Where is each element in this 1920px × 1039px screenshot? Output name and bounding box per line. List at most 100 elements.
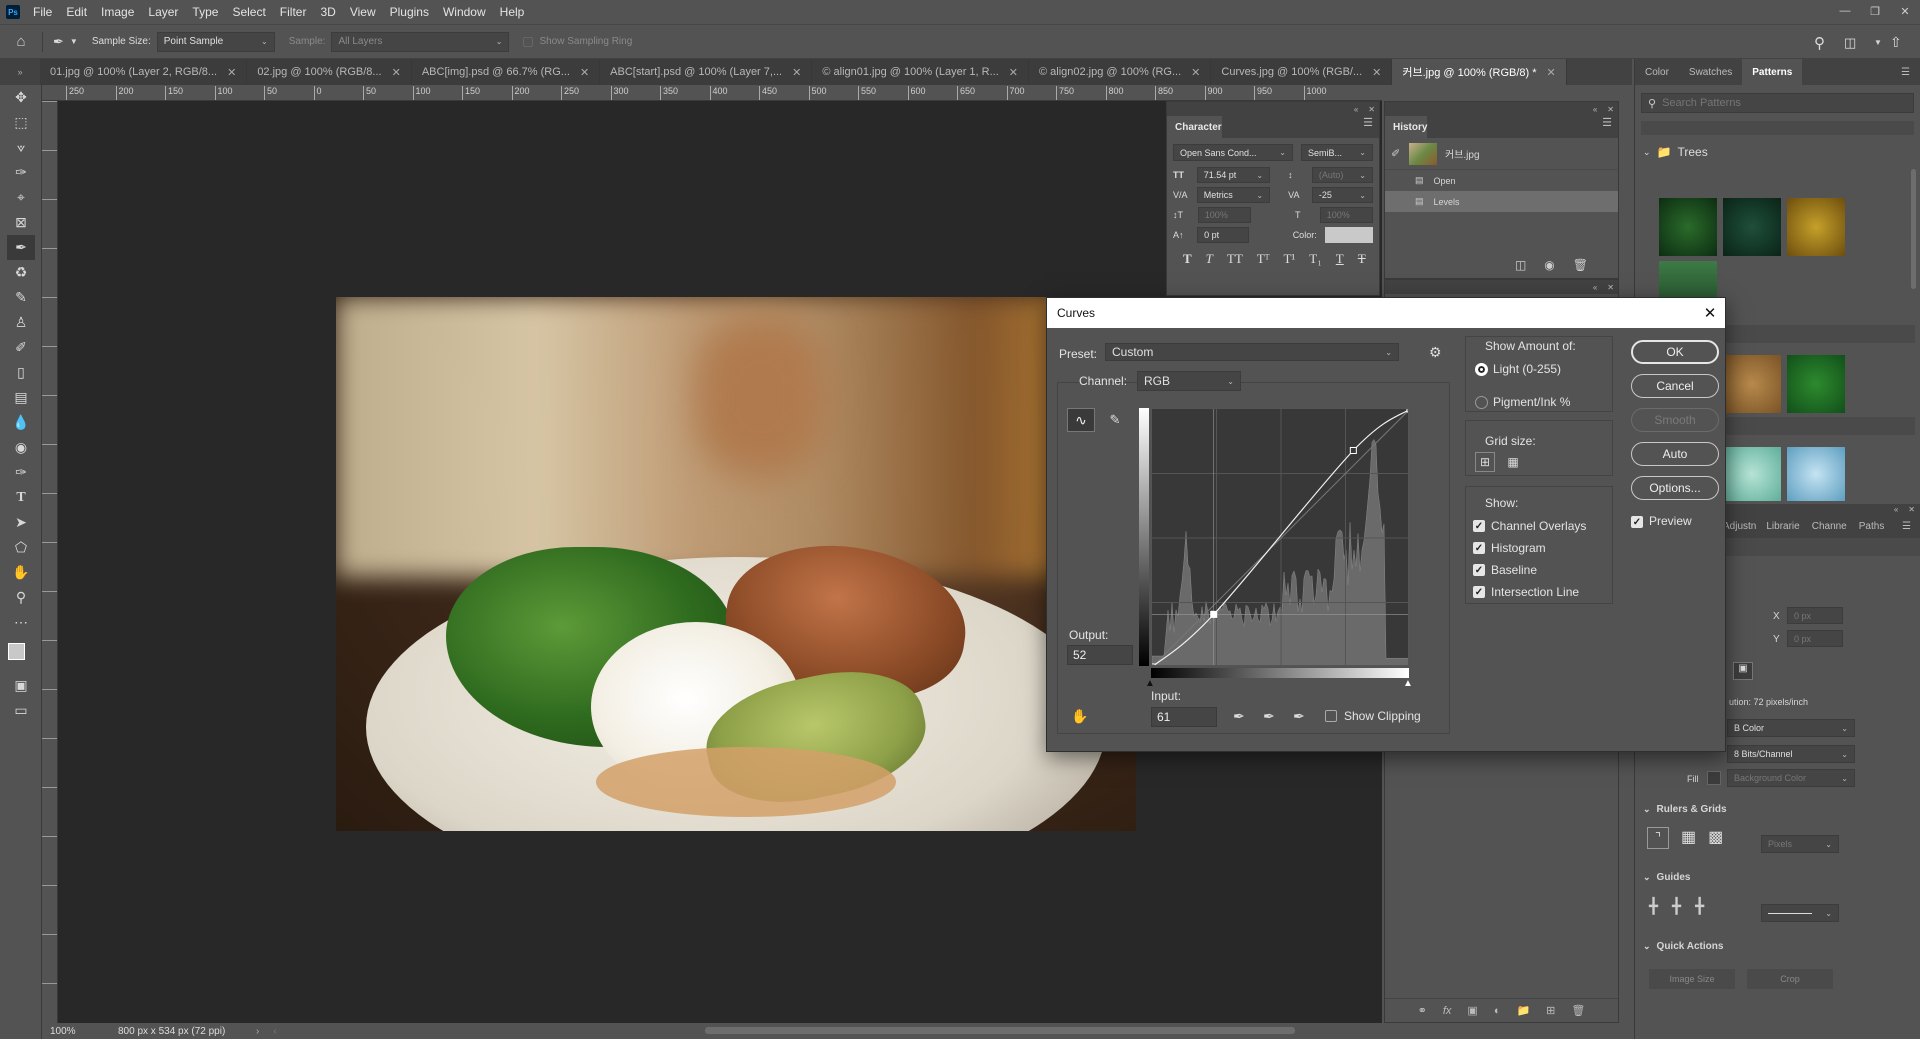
collapse-icon[interactable]: « bbox=[1593, 105, 1597, 114]
channel-select[interactable]: RGB ⌄ bbox=[1137, 371, 1241, 391]
close-tab-icon[interactable]: ✕ bbox=[792, 66, 801, 79]
show-option-row[interactable]: ✓ Intersection Line bbox=[1473, 581, 1586, 603]
black-point-slider-icon[interactable]: ▲ bbox=[1145, 678, 1155, 689]
pattern-thumb[interactable] bbox=[1787, 447, 1845, 501]
ruler-units-select[interactable]: Pixels ⌄ bbox=[1761, 835, 1839, 853]
crop-button[interactable]: Crop bbox=[1747, 969, 1833, 989]
preview-checkbox[interactable]: ✓ bbox=[1631, 516, 1643, 528]
chevron-down-icon[interactable]: ⌄ bbox=[1643, 872, 1651, 883]
input-field[interactable]: 61 bbox=[1151, 707, 1217, 727]
quick-actions-header[interactable]: Quick Actions bbox=[1657, 941, 1724, 952]
options-button[interactable]: Options... bbox=[1631, 476, 1719, 500]
foreground-color[interactable] bbox=[8, 643, 25, 660]
curve-point[interactable] bbox=[1350, 447, 1356, 453]
hand-tool-icon[interactable]: ✋ bbox=[0, 560, 42, 585]
link-layers-icon[interactable]: ⚭ bbox=[1418, 1004, 1427, 1017]
menu-item-type[interactable]: Type bbox=[185, 5, 225, 19]
quick-select-tool-icon[interactable]: ✑ bbox=[0, 160, 42, 185]
on-image-adjust-icon[interactable]: ✋ bbox=[1071, 708, 1088, 725]
guides-header[interactable]: Guides bbox=[1657, 872, 1691, 883]
sample-select[interactable]: All Layers ⌄ bbox=[331, 32, 509, 52]
show-option-row[interactable]: ✓ Baseline bbox=[1473, 559, 1586, 581]
pattern-thumb[interactable] bbox=[1787, 198, 1845, 256]
menu-item-layer[interactable]: Layer bbox=[141, 5, 185, 19]
baseline-shift-field[interactable]: 0 pt bbox=[1197, 227, 1249, 243]
image-size-button[interactable]: Image Size bbox=[1649, 969, 1735, 989]
type-tool-icon[interactable]: T bbox=[0, 485, 42, 510]
tab-patterns[interactable]: Patterns bbox=[1742, 59, 1802, 85]
show-option-checkbox[interactable]: ✓ bbox=[1473, 586, 1485, 598]
blur-tool-icon[interactable]: 💧 bbox=[0, 410, 42, 435]
zoom-level[interactable]: 100% bbox=[42, 1026, 98, 1037]
document-tab[interactable]: © align01.jpg @ 100% (Layer 1, R... ✕ bbox=[812, 59, 1029, 85]
menu-item-window[interactable]: Window bbox=[436, 5, 493, 19]
close-tab-icon[interactable]: ✕ bbox=[1191, 66, 1200, 79]
history-panel-title[interactable]: History bbox=[1385, 116, 1427, 138]
show-option-checkbox[interactable]: ✓ bbox=[1473, 542, 1485, 554]
tab-color[interactable]: Color bbox=[1635, 67, 1679, 78]
sample-size-select[interactable]: Point Sample ⌄ bbox=[157, 32, 275, 52]
history-item[interactable]: ▤ Open bbox=[1385, 170, 1618, 191]
tab-libraries[interactable]: Librarie bbox=[1760, 521, 1805, 532]
close-tab-icon[interactable]: ✕ bbox=[227, 66, 236, 79]
tab-swatches[interactable]: Swatches bbox=[1679, 67, 1742, 78]
menu-item-edit[interactable]: Edit bbox=[59, 5, 94, 19]
color-mode-select[interactable]: B Color ⌄ bbox=[1727, 719, 1855, 737]
show-option-checkbox[interactable]: ✓ bbox=[1473, 520, 1485, 532]
move-tool-icon[interactable]: ✥ bbox=[0, 85, 42, 110]
pattern-thumb[interactable] bbox=[1723, 447, 1781, 501]
curve-point[interactable] bbox=[1407, 408, 1409, 412]
y-field[interactable]: 0 px bbox=[1787, 630, 1843, 647]
collapse-panels-icon[interactable]: » bbox=[0, 59, 40, 85]
camera-icon[interactable]: ◉ bbox=[1544, 258, 1554, 272]
guide-style-select[interactable]: ⌄ bbox=[1761, 904, 1839, 922]
trash-icon[interactable]: 🗑 bbox=[1573, 258, 1588, 272]
new-document-from-state-icon[interactable]: ◫ bbox=[1515, 258, 1526, 272]
collapse-icon[interactable]: « bbox=[1894, 505, 1898, 514]
tab-channels[interactable]: Channe bbox=[1806, 521, 1853, 532]
pixel-grid-icon[interactable]: ▩ bbox=[1708, 827, 1723, 849]
close-tab-icon[interactable]: ✕ bbox=[1372, 66, 1381, 79]
history-snapshot[interactable]: ✐ 커브.jpg bbox=[1385, 138, 1618, 170]
pen-tool-icon[interactable]: ✑ bbox=[0, 460, 42, 485]
pattern-thumb[interactable] bbox=[1787, 355, 1845, 413]
status-expand-icon[interactable]: › bbox=[256, 1026, 259, 1037]
more-tools-icon[interactable]: ⋯ bbox=[0, 610, 42, 635]
clone-stamp-icon[interactable]: ♙ bbox=[0, 310, 42, 335]
home-icon[interactable]: ⌂ bbox=[0, 33, 42, 50]
chevron-down-icon[interactable]: ⌄ bbox=[1643, 147, 1651, 158]
eyedropper-tool-icon[interactable]: ✒ bbox=[53, 34, 64, 50]
horizontal-scrollbar[interactable] bbox=[705, 1027, 1295, 1034]
cancel-button[interactable]: Cancel bbox=[1631, 374, 1719, 398]
menu-item-image[interactable]: Image bbox=[94, 5, 141, 19]
menu-item-3d[interactable]: 3D bbox=[313, 5, 342, 19]
chevron-down-icon[interactable]: ⌄ bbox=[1643, 941, 1651, 952]
menu-item-plugins[interactable]: Plugins bbox=[383, 5, 436, 19]
scroll-left-icon[interactable]: ‹ bbox=[273, 1026, 276, 1037]
white-point-slider-icon[interactable]: ▲ bbox=[1403, 678, 1413, 689]
frame-tool-icon[interactable]: ⊠ bbox=[0, 210, 42, 235]
close-icon[interactable]: ✕ bbox=[1695, 304, 1725, 322]
collapse-icon[interactable]: « bbox=[1354, 105, 1358, 114]
subscript-icon[interactable]: T₁ bbox=[1309, 251, 1321, 267]
fill-swatch[interactable] bbox=[1707, 771, 1721, 785]
faux-italic-icon[interactable]: T bbox=[1206, 251, 1213, 267]
document-tab[interactable]: 02.jpg @ 100% (RGB/8... ✕ bbox=[247, 59, 412, 85]
menu-item-view[interactable]: View bbox=[343, 5, 383, 19]
close-tab-icon[interactable]: ✕ bbox=[392, 66, 401, 79]
adjustment-layer-icon[interactable]: ◐ bbox=[1494, 1005, 1501, 1017]
faux-bold-icon[interactable]: T bbox=[1183, 251, 1192, 267]
menu-item-filter[interactable]: Filter bbox=[273, 5, 314, 19]
panel-menu-icon[interactable]: ☰ bbox=[1602, 116, 1612, 138]
document-tab[interactable]: © align02.jpg @ 100% (RG... ✕ bbox=[1029, 59, 1211, 85]
minimize-icon[interactable]: — bbox=[1830, 0, 1860, 22]
menu-item-help[interactable]: Help bbox=[493, 5, 532, 19]
panel-menu-icon[interactable]: ☰ bbox=[1363, 116, 1373, 138]
preset-options-gear-icon[interactable]: ⚙ bbox=[1429, 344, 1442, 361]
show-clipping-checkbox[interactable] bbox=[1325, 710, 1337, 722]
curve-point[interactable] bbox=[1211, 611, 1217, 617]
close-panel-icon[interactable]: ✕ bbox=[1908, 505, 1915, 514]
all-caps-icon[interactable]: TT bbox=[1227, 251, 1243, 267]
preset-select[interactable]: Custom ⌄ bbox=[1105, 343, 1399, 361]
document-tab[interactable]: ABC[start].psd @ 100% (Layer 7,... ✕ bbox=[600, 59, 812, 85]
